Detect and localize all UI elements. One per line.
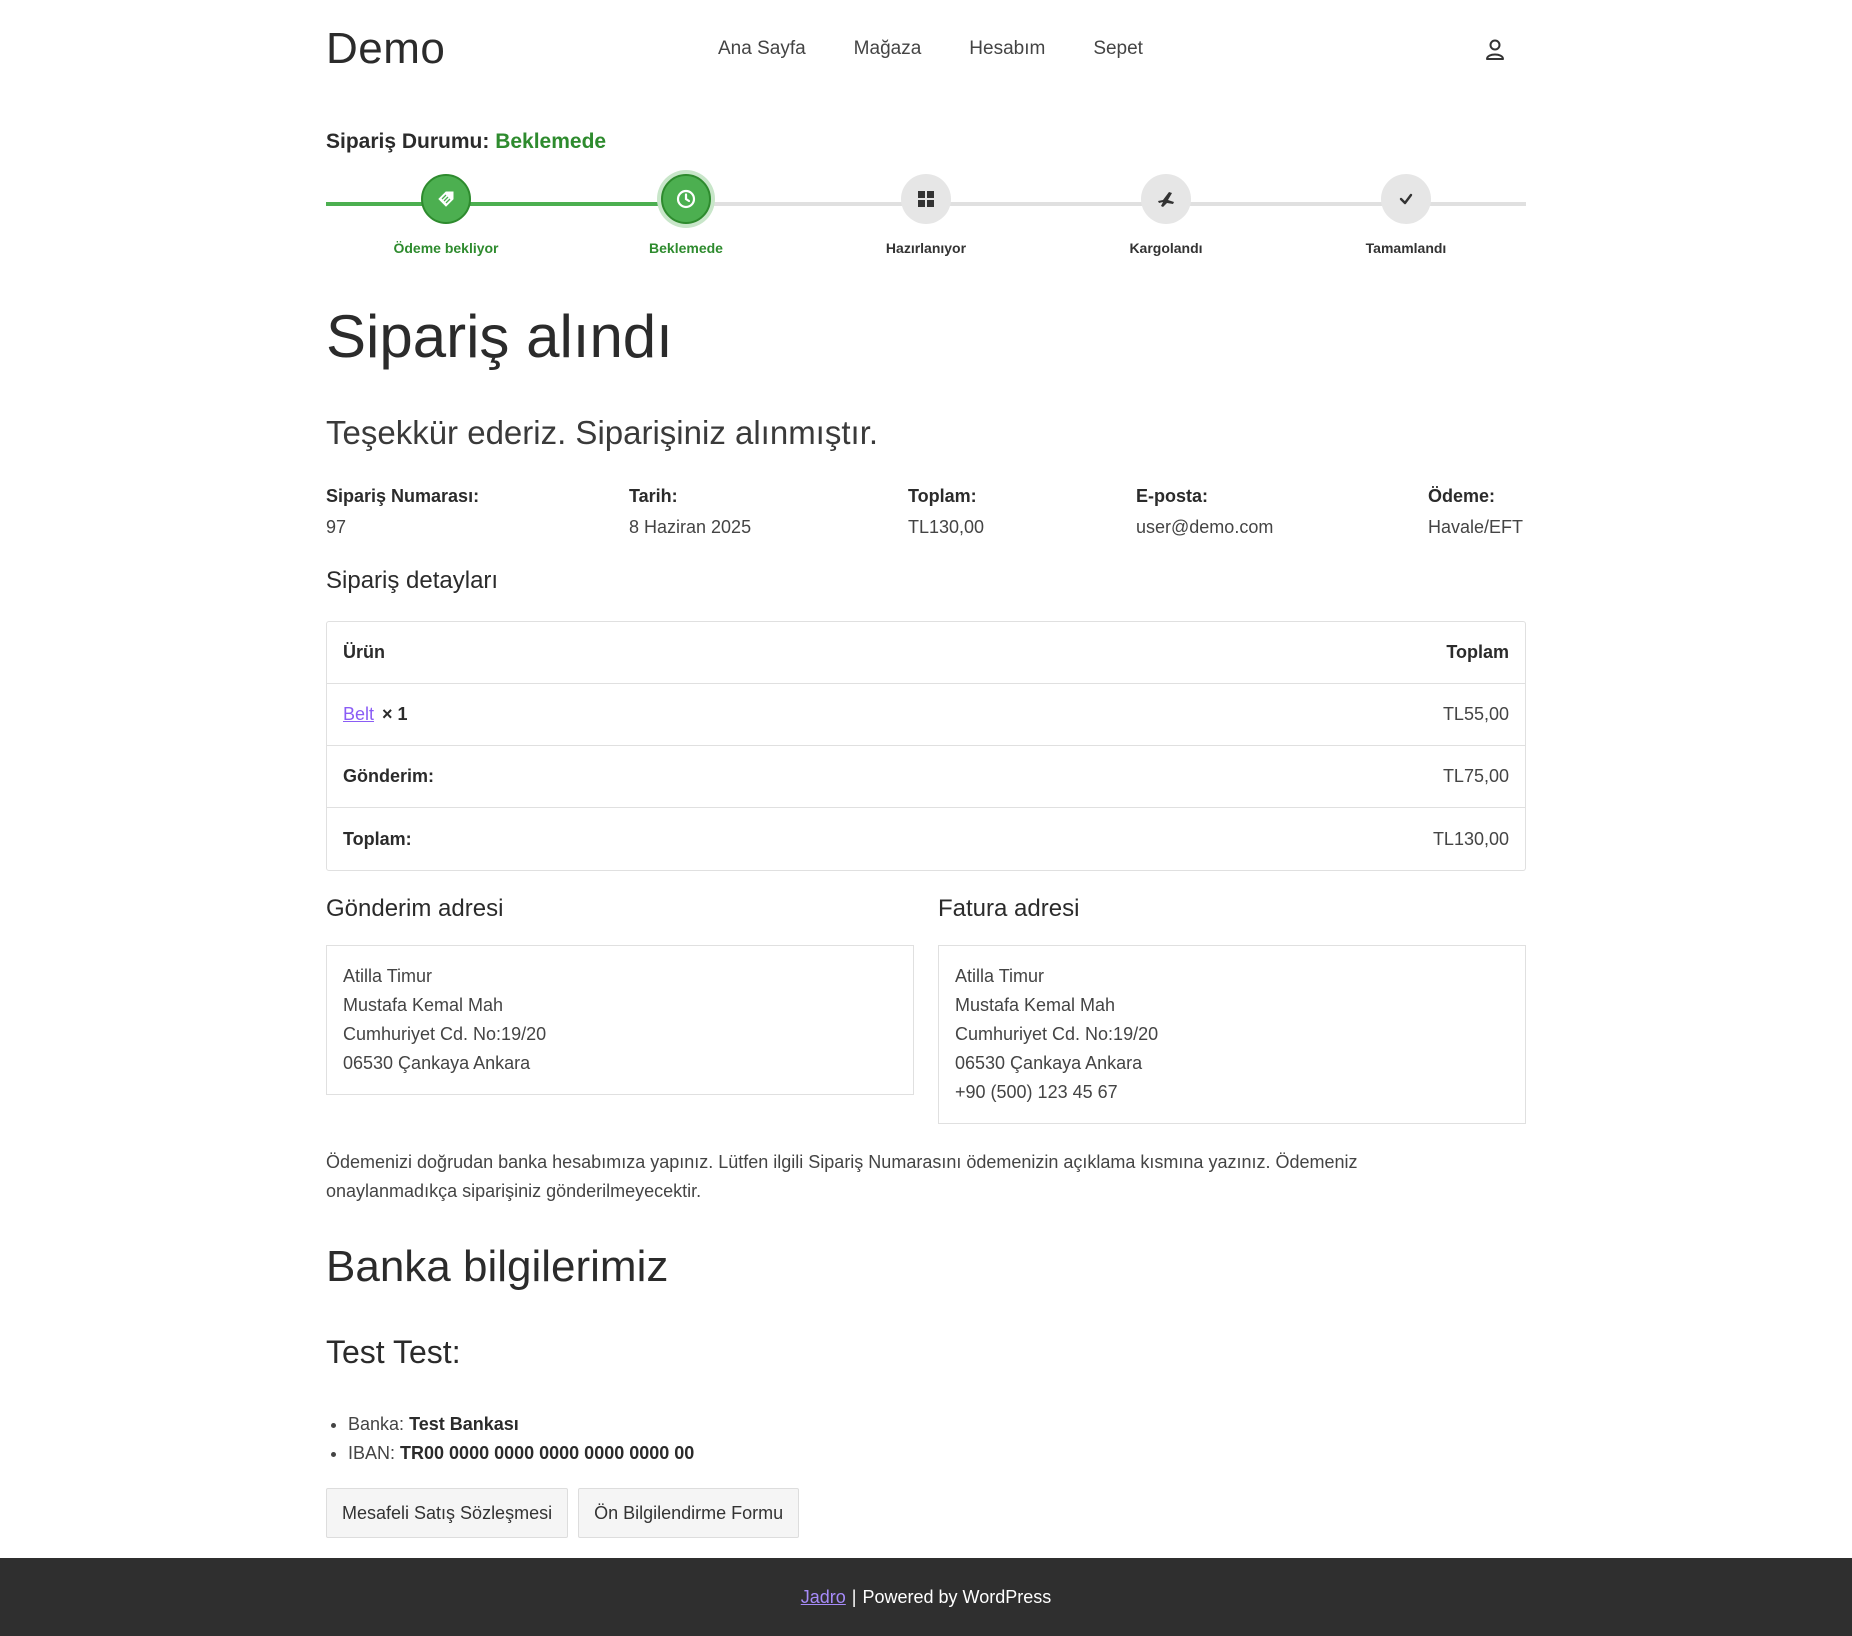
overview-date: Tarih: 8 Haziran 2025 — [629, 486, 752, 537]
col-total-header: Toplam — [1446, 642, 1509, 662]
step-label: Tamamlandı — [1365, 240, 1447, 256]
order-status-value: Beklemede — [495, 130, 607, 153]
step-label: Hazırlanıyor — [885, 240, 967, 256]
overview-total: Toplam: TL130,00 — [908, 486, 985, 537]
shipping-value: TL75,00 — [1442, 766, 1509, 786]
site-footer: Jadro | Powered by WordPress — [0, 1558, 1852, 1636]
check-icon — [1399, 193, 1413, 205]
col-product-header: Ürün — [343, 642, 385, 662]
total-value: TL130,00 — [1432, 828, 1509, 849]
product-total: TL55,00 — [1442, 704, 1509, 724]
step-on-hold: Beklemede — [586, 174, 786, 256]
order-details-table: Ürün Toplam Belt × 1 TL55,00 Gönderim: TL… — [326, 621, 1526, 871]
main-nav: Ana Sayfa Mağaza Hesabım Sepet — [718, 38, 1143, 60]
order-overview: Sipariş Numarası: 97 Tarih: 8 Haziran 20… — [326, 486, 1526, 546]
shipping-label: Gönderim: — [343, 766, 435, 786]
grid-icon — [918, 191, 934, 207]
preliminary-info-form-button[interactable]: Ön Bilgilendirme Formu — [578, 1488, 800, 1538]
product-link[interactable]: Belt — [343, 704, 374, 724]
table-row: Belt × 1 TL55,00 — [327, 684, 1525, 746]
page-title: Sipariş alındı — [326, 303, 673, 370]
footer-theme-link[interactable]: Jadro — [801, 1587, 846, 1608]
step-label: Kargolandı — [1129, 240, 1203, 256]
bank-account-name: Test Test: — [326, 1334, 461, 1370]
list-item: IBAN: TR00 0000 0000 0000 0000 0000 00 — [348, 1439, 694, 1468]
shipping-address-heading: Gönderim adresi — [326, 895, 504, 922]
tag-icon — [438, 191, 454, 207]
bank-details-heading: Banka bilgilerimiz — [326, 1242, 669, 1291]
order-details-heading: Sipariş detayları — [326, 567, 499, 594]
list-item: Banka: Test Bankası — [348, 1410, 694, 1439]
total-label: Toplam: — [343, 828, 412, 849]
document-buttons: Mesafeli Satış Sözleşmesi Ön Bilgilendir… — [326, 1488, 800, 1538]
table-header-row: Ürün Toplam — [327, 622, 1525, 684]
order-status-label: Sipariş Durumu: — [326, 130, 490, 153]
plane-icon — [1158, 192, 1174, 207]
shipping-address: Atilla Timur Mustafa Kemal Mah Cumhuriye… — [326, 945, 914, 1095]
overview-payment: Ödeme: Havale/EFT — [1428, 486, 1524, 537]
site-logo[interactable]: Demo — [326, 24, 445, 74]
step-processing: Hazırlanıyor — [826, 174, 1026, 256]
step-payment-pending: Ödeme bekliyor — [346, 174, 546, 256]
step-shipped: Kargolandı — [1066, 174, 1266, 256]
iban-value: TR00 0000 0000 0000 0000 0000 00 — [400, 1443, 695, 1463]
payment-instructions: Ödemenizi doğrudan banka hesabımıza yapı… — [326, 1152, 1358, 1201]
billing-address: Atilla Timur Mustafa Kemal Mah Cumhuriye… — [938, 945, 1526, 1124]
page-wrapper: Demo Ana Sayfa Mağaza Hesabım Sepet Sipa… — [326, 0, 1526, 1538]
nav-shop[interactable]: Mağaza — [854, 38, 922, 60]
table-row-total: Toplam: TL130,00 — [327, 808, 1525, 870]
step-label: Ödeme bekliyor — [393, 240, 499, 256]
footer-separator: | — [851, 1586, 857, 1607]
table-row-shipping: Gönderim: TL75,00 — [327, 746, 1525, 808]
clock-icon — [676, 189, 696, 209]
site-header: Demo Ana Sayfa Mağaza Hesabım Sepet — [326, 0, 1526, 100]
nav-cart[interactable]: Sepet — [1093, 38, 1143, 60]
bank-name: Test Bankası — [409, 1414, 519, 1434]
order-status: Sipariş Durumu: Beklemede — [326, 130, 606, 154]
overview-order-number: Sipariş Numarası: 97 — [326, 486, 480, 537]
nav-home[interactable]: Ana Sayfa — [718, 38, 806, 60]
bank-details-list: Banka: Test Bankası IBAN: TR00 0000 0000… — [348, 1410, 694, 1468]
footer-credit: Powered by WordPress — [862, 1586, 1052, 1607]
overview-email: E-posta: user@demo.com — [1136, 486, 1274, 537]
step-label: Beklemede — [649, 240, 723, 256]
order-progress-tracker: Ödeme bekliyor Beklemede Hazırlanıyor Ka… — [326, 174, 1526, 264]
product-quantity: × 1 — [382, 704, 408, 724]
user-icon[interactable] — [1484, 38, 1506, 62]
step-completed: Tamamlandı — [1306, 174, 1506, 256]
thank-you-message: Teşekkür ederiz. Siparişiniz alınmıştır. — [326, 414, 879, 451]
nav-account[interactable]: Hesabım — [969, 38, 1045, 60]
distance-sales-contract-button[interactable]: Mesafeli Satış Sözleşmesi — [326, 1488, 569, 1538]
billing-address-heading: Fatura adresi — [938, 895, 1080, 922]
